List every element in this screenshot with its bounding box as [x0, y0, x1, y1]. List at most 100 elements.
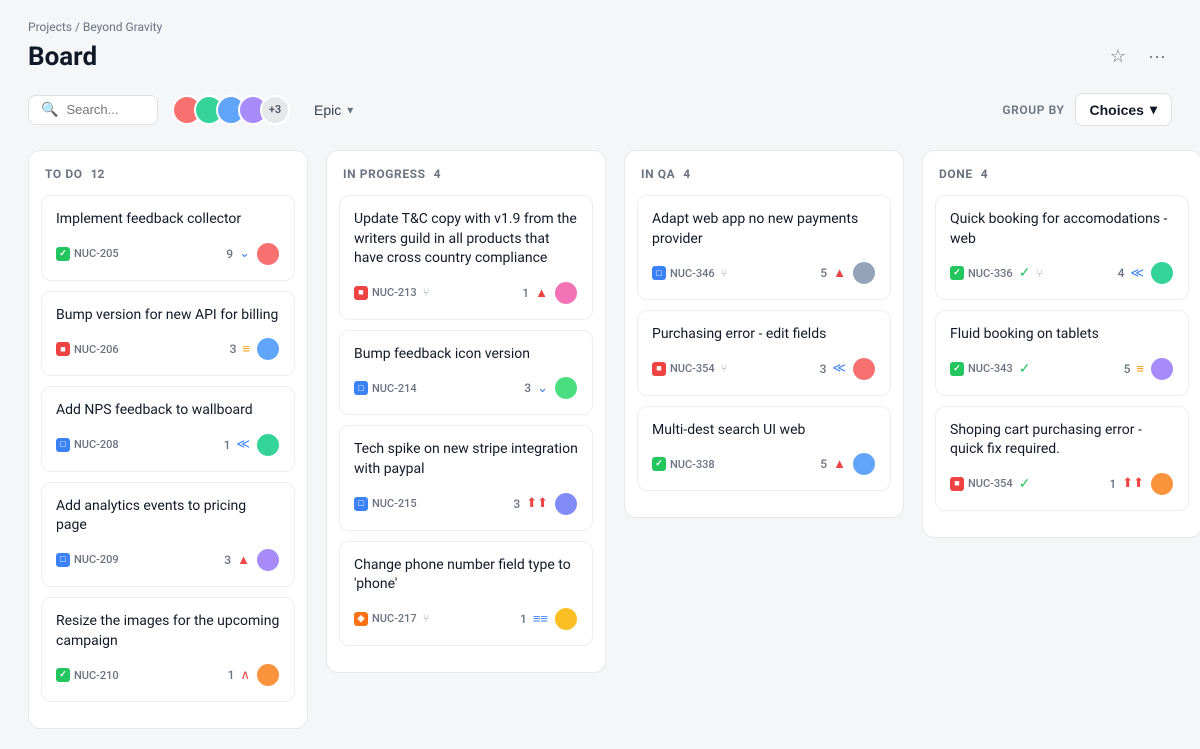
col-count: 4: [434, 167, 441, 181]
card[interactable]: Implement feedback collector ✓ NUC-205 9…: [41, 195, 295, 281]
card-meta: ◆ NUC-217 ⑂ 1 ≡≡: [354, 607, 578, 631]
card[interactable]: Change phone number field type to 'phone…: [339, 541, 593, 646]
priority-down-icon: ⌄: [537, 381, 548, 396]
card[interactable]: Update T&C copy with v1.9 from the write…: [339, 195, 593, 320]
group-by-section: GROUP BY Choices ▾: [1002, 93, 1172, 126]
card-count: 3: [820, 362, 827, 376]
ticket-id: NUC-213: [372, 286, 417, 299]
card-count: 5: [820, 266, 827, 280]
card-count: 9: [226, 247, 233, 261]
card[interactable]: Adapt web app no new payments provider □…: [637, 195, 891, 300]
ticket-badge: ■ NUC-213: [354, 286, 417, 300]
card-avatar: [256, 242, 280, 266]
ticket-id: NUC-206: [74, 343, 119, 356]
card-count: 1: [520, 612, 527, 626]
ticket-id: NUC-209: [74, 553, 119, 566]
ticket-id: NUC-205: [74, 247, 119, 260]
ticket-badge: ✓ NUC-205: [56, 247, 119, 261]
priority-med-icon: ≡: [1136, 361, 1144, 377]
card[interactable]: Quick booking for accomodations - web ✓ …: [935, 195, 1189, 300]
column-inprogress: IN PROGRESS 4 Update T&C copy with v1.9 …: [326, 150, 606, 673]
card-count: 3: [230, 342, 237, 356]
ticket-id: NUC-346: [670, 267, 715, 280]
choices-button[interactable]: Choices ▾: [1075, 93, 1173, 126]
card-title: Shoping cart purchasing error - quick fi…: [950, 421, 1174, 460]
card-title: Bump version for new API for billing: [56, 306, 280, 326]
card-avatar: [852, 452, 876, 476]
card-avatar: [256, 337, 280, 361]
priority-high-icon: ▲: [535, 285, 548, 301]
ticket-id: NUC-343: [968, 362, 1013, 375]
more-button[interactable]: ···: [1142, 40, 1172, 73]
card-avatar: [852, 261, 876, 285]
avatar-group: +3: [172, 95, 290, 125]
priority-high2-icon: ⬆⬆: [526, 496, 548, 511]
ticket-type-icon: ■: [354, 286, 368, 300]
card-title: Bump feedback icon version: [354, 345, 578, 365]
card-avatar: [554, 376, 578, 400]
search-input[interactable]: [66, 102, 146, 117]
priority-stack-icon: ≡≡: [533, 611, 548, 627]
card-title: Tech spike on new stripe integration wit…: [354, 440, 578, 479]
card-count: 5: [1124, 362, 1131, 376]
card-meta: □ NUC-208 1 ≪: [56, 433, 280, 457]
card-title: Adapt web app no new payments provider: [652, 210, 876, 249]
card[interactable]: Tech spike on new stripe integration wit…: [339, 425, 593, 530]
card-meta: ✓ NUC-338 5 ▲: [652, 452, 876, 476]
ticket-type-icon: □: [354, 381, 368, 395]
column-todo: TO DO 12 Implement feedback collector ✓ …: [28, 150, 308, 729]
branch-icon: ⑂: [721, 267, 728, 280]
card-avatar: [1150, 357, 1174, 381]
branch-icon: ⑂: [721, 362, 728, 375]
card-count: 1: [224, 438, 231, 452]
priority-critical-icon: ⬆⬆: [1122, 476, 1144, 491]
card[interactable]: Resize the images for the upcoming campa…: [41, 597, 295, 702]
priority-down2-icon: ≪: [236, 437, 250, 452]
check-icon: ✓: [1019, 265, 1031, 281]
card[interactable]: Add analytics events to pricing page □ N…: [41, 482, 295, 587]
priority-down-icon: ⌄: [239, 246, 250, 261]
chevron-down-icon: ▾: [347, 103, 353, 117]
column-done: DONE 4 Quick booking for accomodations -…: [922, 150, 1200, 538]
card-avatar: [1150, 472, 1174, 496]
col-title: DONE: [939, 167, 973, 181]
branch-icon: ⑂: [423, 286, 430, 299]
col-count: 12: [91, 167, 105, 181]
col-title: IN PROGRESS: [343, 167, 426, 181]
col-header-done: DONE 4: [935, 167, 1189, 181]
card[interactable]: Bump feedback icon version □ NUC-214 3 ⌄: [339, 330, 593, 416]
card-avatar: [1150, 261, 1174, 285]
check-icon: ✓: [1019, 361, 1031, 377]
epic-filter-label: Epic: [314, 102, 341, 118]
ticket-badge: ✓ NUC-343: [950, 362, 1013, 376]
card[interactable]: Shoping cart purchasing error - quick fi…: [935, 406, 1189, 511]
card-title: Implement feedback collector: [56, 210, 280, 230]
ticket-badge: □ NUC-215: [354, 497, 417, 511]
card-meta: □ NUC-209 3 ▲: [56, 548, 280, 572]
branch-icon: ⑂: [423, 612, 430, 625]
col-count: 4: [683, 167, 690, 181]
search-icon: 🔍: [41, 102, 58, 118]
star-button[interactable]: ☆: [1104, 40, 1132, 73]
ticket-type-icon: ✓: [950, 266, 964, 280]
ticket-badge: ◆ NUC-217: [354, 612, 417, 626]
card-title: Multi-dest search UI web: [652, 421, 876, 441]
card-count: 1: [522, 286, 529, 300]
ticket-type-icon: ✓: [652, 457, 666, 471]
ticket-id: NUC-354: [670, 362, 715, 375]
card-meta: ■ NUC-213 ⑂ 1 ▲: [354, 281, 578, 305]
card[interactable]: Fluid booking on tablets ✓ NUC-343 ✓ 5 ≡: [935, 310, 1189, 396]
ticket-type-icon: ✓: [56, 247, 70, 261]
epic-filter-button[interactable]: Epic ▾: [304, 96, 363, 124]
ticket-type-icon: ✓: [56, 668, 70, 682]
card-count: 5: [820, 457, 827, 471]
card[interactable]: Bump version for new API for billing ■ N…: [41, 291, 295, 377]
search-box: 🔍: [28, 95, 158, 125]
card[interactable]: Multi-dest search UI web ✓ NUC-338 5 ▲: [637, 406, 891, 492]
card[interactable]: Purchasing error - edit fields ■ NUC-354…: [637, 310, 891, 396]
card-title: Purchasing error - edit fields: [652, 325, 876, 345]
card-title: Update T&C copy with v1.9 from the write…: [354, 210, 578, 269]
ticket-type-icon: ■: [652, 362, 666, 376]
card[interactable]: Add NPS feedback to wallboard □ NUC-208 …: [41, 386, 295, 472]
page-title: Board: [28, 42, 97, 72]
